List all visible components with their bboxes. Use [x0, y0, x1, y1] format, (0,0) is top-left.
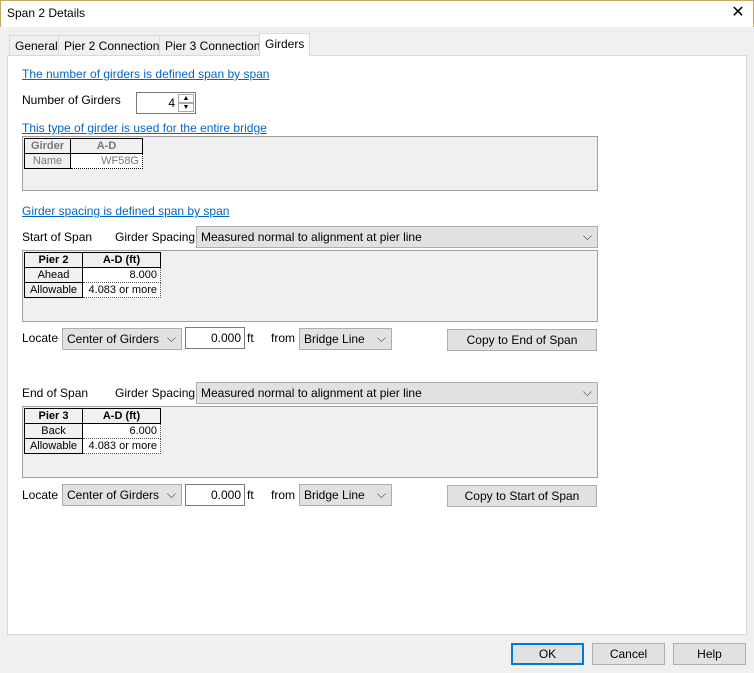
header-a-d: A-D — [70, 138, 143, 154]
number-of-girders-link[interactable]: The number of girders is defined span by… — [22, 67, 269, 81]
start-girder-spacing-label: Girder Spacing — [115, 230, 196, 244]
start-spacing-value: Measured normal to alignment at pier lin… — [201, 230, 422, 244]
number-of-girders-value: 4 — [168, 96, 175, 110]
allowable-cell: 4.083 or more — [82, 282, 161, 298]
header-pier-3: Pier 3 — [24, 408, 83, 424]
start-from-select[interactable]: Bridge Line ⌵ — [299, 328, 392, 350]
tab-pier-2-connections[interactable]: Pier 2 Connections — [58, 35, 172, 55]
start-locate-value: Center of Girders — [67, 332, 160, 346]
allowable-cell: 4.083 or more — [82, 438, 161, 454]
header-a-d-ft: A-D (ft) — [82, 252, 161, 268]
cancel-button[interactable]: Cancel — [592, 643, 665, 665]
end-unit-label: ft — [247, 488, 254, 502]
end-of-span-label: End of Span — [22, 386, 89, 400]
help-button[interactable]: Help — [673, 643, 746, 665]
number-of-girders-stepper[interactable]: 4 ▲ ▼ — [136, 92, 196, 114]
start-spacing-grid: Pier 2 A-D (ft) Ahead 8.000 Allowable 4.083… — [22, 250, 598, 322]
copy-to-start-button[interactable]: Copy to Start of Span — [447, 485, 597, 507]
start-unit-label: ft — [247, 331, 254, 345]
spin-down-icon[interactable]: ▼ — [178, 103, 194, 112]
header-girder: Girder — [24, 138, 71, 154]
end-locate-label: Locate — [22, 488, 59, 502]
girder-type-grid: Girder A-D Name WF58G — [22, 136, 598, 191]
row-allowable: Allowable — [24, 282, 83, 298]
start-from-value: Bridge Line — [304, 332, 365, 346]
chevron-down-icon: ⌵ — [582, 385, 592, 399]
start-from-label: from — [271, 331, 295, 345]
row-name: Name — [24, 153, 71, 169]
tab-pier-3-connections[interactable]: Pier 3 Connections — [159, 35, 273, 55]
end-from-value: Bridge Line — [304, 488, 365, 502]
start-of-span-label: Start of Span — [22, 230, 93, 244]
header-pier-2: Pier 2 — [24, 252, 83, 268]
ahead-spacing-cell[interactable]: 8.000 — [82, 267, 161, 283]
header-a-d-ft: A-D (ft) — [82, 408, 161, 424]
back-spacing-cell[interactable]: 6.000 — [82, 423, 161, 439]
end-locate-select[interactable]: Center of Girders ⌵ — [62, 484, 182, 506]
girder-name-cell[interactable]: WF58G — [70, 153, 143, 169]
chevron-down-icon: ⌵ — [166, 331, 176, 345]
end-spacing-grid: Pier 3 A-D (ft) Back 6.000 Allowable 4.083 … — [22, 406, 598, 478]
start-spacing-select[interactable]: Measured normal to alignment at pier lin… — [196, 226, 598, 248]
start-locate-label: Locate — [22, 331, 59, 345]
end-spacing-select[interactable]: Measured normal to alignment at pier lin… — [196, 382, 598, 404]
row-allowable: Allowable — [24, 438, 83, 454]
tab-girders[interactable]: Girders — [259, 33, 311, 56]
start-offset-input[interactable]: 0.000 — [185, 327, 245, 349]
spin-up-icon[interactable]: ▲ — [178, 94, 194, 103]
start-locate-select[interactable]: Center of Girders ⌵ — [62, 328, 182, 350]
title-bar — [0, 0, 754, 27]
number-of-girders-label: Number of Girders — [22, 93, 121, 107]
chevron-down-icon: ⌵ — [376, 331, 386, 345]
row-back: Back — [24, 423, 83, 439]
close-icon[interactable]: ✕ — [728, 3, 748, 23]
window-title: Span 2 Details — [7, 6, 86, 20]
girder-spacing-link[interactable]: Girder spacing is defined span by span — [22, 204, 229, 218]
row-ahead: Ahead — [24, 267, 83, 283]
end-from-label: from — [271, 488, 295, 502]
end-from-select[interactable]: Bridge Line ⌵ — [299, 484, 392, 506]
ok-button[interactable]: OK — [511, 643, 584, 665]
end-girder-spacing-label: Girder Spacing — [115, 386, 196, 400]
girder-type-link[interactable]: This type of girder is used for the enti… — [22, 121, 267, 135]
end-offset-input[interactable]: 0.000 — [185, 484, 245, 506]
end-spacing-value: Measured normal to alignment at pier lin… — [201, 386, 422, 400]
copy-to-end-button[interactable]: Copy to End of Span — [447, 329, 597, 351]
chevron-down-icon: ⌵ — [582, 229, 592, 243]
end-locate-value: Center of Girders — [67, 488, 160, 502]
chevron-down-icon: ⌵ — [376, 487, 386, 501]
chevron-down-icon: ⌵ — [166, 487, 176, 501]
tab-general[interactable]: General — [9, 35, 64, 55]
